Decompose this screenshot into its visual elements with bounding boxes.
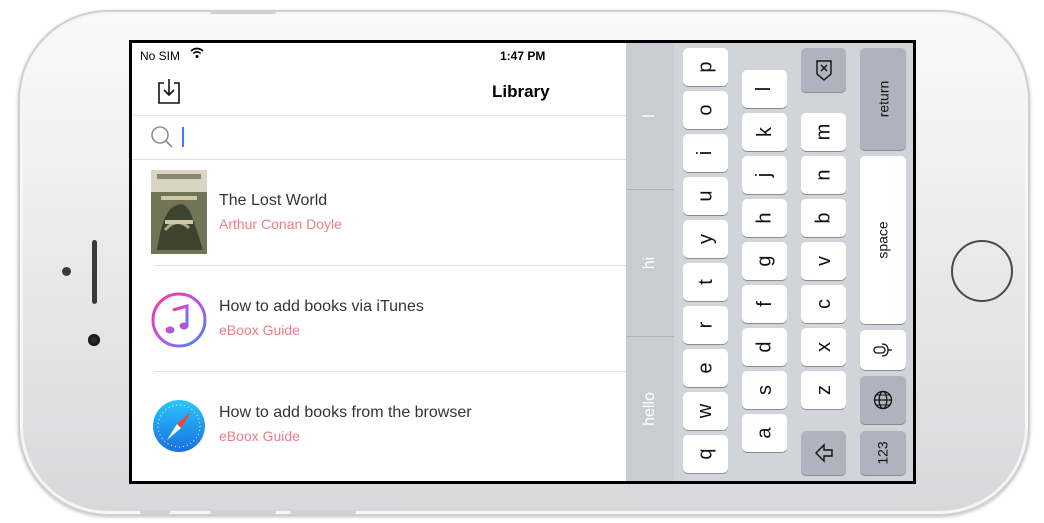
key-e[interactable]: e: [683, 349, 728, 387]
status-bar: No SIM 1:47 PM: [132, 43, 626, 69]
front-camera: [88, 334, 100, 346]
key-h[interactable]: h: [742, 199, 787, 237]
book-row[interactable]: How to add books via iTunes eBoox Guide: [151, 266, 626, 372]
key-f[interactable]: f: [742, 285, 787, 323]
key-m[interactable]: m: [801, 113, 846, 151]
side-button: [290, 510, 356, 514]
search-input[interactable]: [180, 125, 584, 151]
microphone-icon: [873, 343, 892, 357]
key-b[interactable]: b: [801, 199, 846, 237]
import-icon[interactable]: [156, 77, 182, 105]
delete-key[interactable]: [801, 48, 846, 92]
library-app: No SIM 1:47 PM Library The Lost World Ar…: [132, 43, 626, 481]
microphone-key[interactable]: [860, 330, 906, 370]
wifi-icon: [190, 47, 204, 62]
key-w[interactable]: w: [683, 392, 728, 430]
search-bar: [132, 115, 626, 160]
book-row[interactable]: How to add books from the browser eBoox …: [151, 372, 626, 477]
key-y[interactable]: y: [683, 220, 728, 258]
key-x[interactable]: x: [801, 328, 846, 366]
key-n[interactable]: n: [801, 156, 846, 194]
carrier-label: No SIM: [140, 49, 181, 63]
key-q[interactable]: q: [683, 435, 728, 473]
earpiece-speaker: [92, 240, 97, 304]
key-t[interactable]: t: [683, 263, 728, 301]
key-c[interactable]: c: [801, 285, 846, 323]
key-a[interactable]: a: [742, 414, 787, 452]
book-author: eBoox Guide: [219, 322, 300, 338]
key-z[interactable]: z: [801, 371, 846, 409]
key-k[interactable]: k: [742, 113, 787, 151]
status-time: 1:47 PM: [500, 49, 546, 63]
key-v[interactable]: v: [801, 242, 846, 280]
key-p[interactable]: p: [683, 48, 728, 86]
shift-key[interactable]: [801, 431, 846, 475]
key-d[interactable]: d: [742, 328, 787, 366]
search-icon: [150, 125, 174, 149]
shift-icon: [814, 443, 833, 463]
screen: No SIM 1:47 PM Library The Lost World Ar…: [129, 40, 916, 484]
space-key[interactable]: space: [860, 156, 906, 324]
suggestion-item[interactable]: hi: [626, 190, 674, 336]
delete-icon: [815, 60, 832, 81]
key-j[interactable]: j: [742, 156, 787, 194]
key-i[interactable]: i: [683, 134, 728, 172]
book-row[interactable]: The Lost World Arthur Conan Doyle: [151, 160, 626, 266]
itunes-icon: [151, 292, 207, 348]
key-o[interactable]: o: [683, 91, 728, 129]
globe-key[interactable]: [860, 376, 906, 424]
book-title: The Lost World: [219, 192, 328, 209]
key-u[interactable]: u: [683, 177, 728, 215]
page-title: Library: [492, 82, 550, 101]
suggestion-bar: l hi hello: [626, 43, 674, 481]
book-author: Arthur Conan Doyle: [219, 216, 342, 232]
volume-button: [210, 10, 276, 14]
keyboard: q w e r t y u i o p a s d f g h j k l z …: [674, 43, 913, 481]
book-cover: [151, 170, 207, 254]
book-title: How to add books via iTunes: [219, 298, 424, 315]
book-list: The Lost World Arthur Conan Doyle How to…: [132, 160, 626, 477]
key-l[interactable]: l: [742, 70, 787, 108]
text-caret: [182, 127, 184, 147]
suggestion-item[interactable]: hello: [626, 337, 674, 481]
numbers-key[interactable]: 123: [860, 431, 906, 475]
sensor-dot: [62, 267, 71, 276]
book-author: eBoox Guide: [219, 428, 300, 444]
key-g[interactable]: g: [742, 242, 787, 280]
key-s[interactable]: s: [742, 371, 787, 409]
home-button[interactable]: [951, 240, 1013, 302]
suggestion-item[interactable]: l: [626, 43, 674, 189]
book-title: How to add books from the browser: [219, 404, 472, 421]
globe-icon: [873, 390, 893, 410]
navigation-bar: Library: [132, 69, 626, 116]
side-button: [140, 510, 170, 514]
return-key[interactable]: return: [860, 48, 906, 150]
safari-icon: [151, 398, 207, 454]
side-button: [210, 510, 276, 514]
key-r[interactable]: r: [683, 306, 728, 344]
